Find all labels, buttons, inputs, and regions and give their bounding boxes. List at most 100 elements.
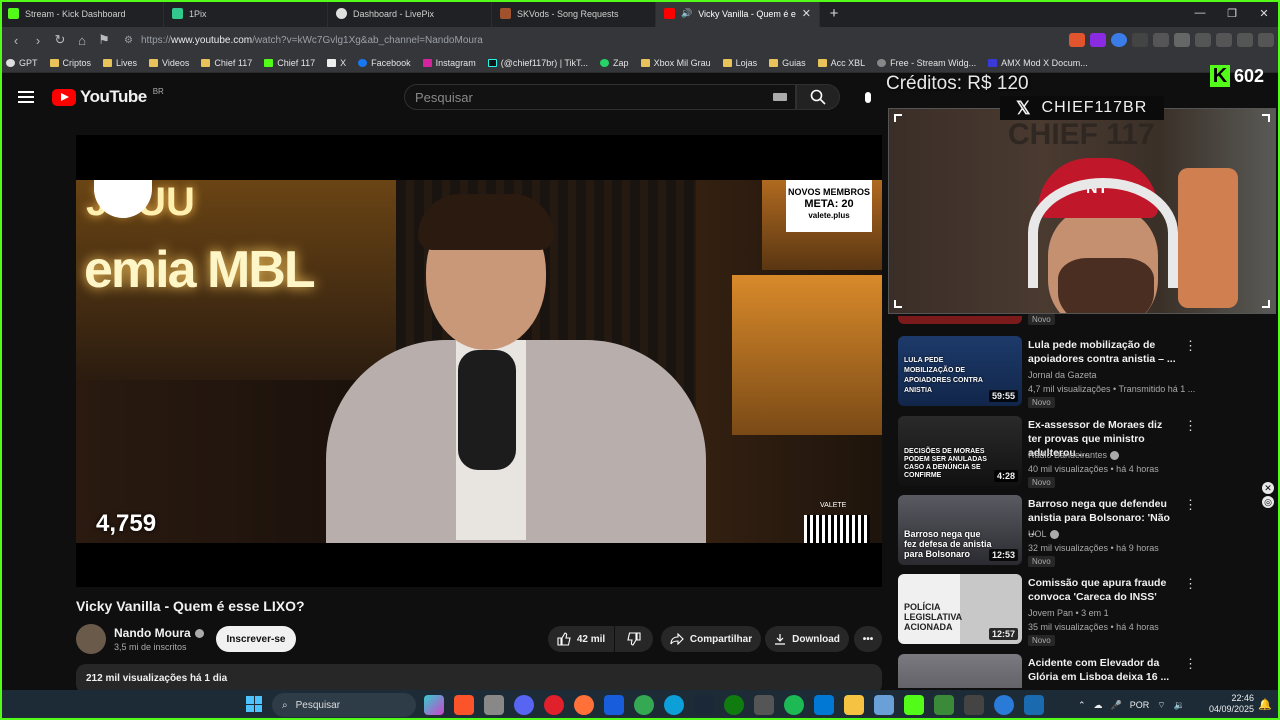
reload-icon[interactable]: ↻ <box>50 32 70 48</box>
more-vertical-icon[interactable]: ⋮ <box>1184 576 1197 592</box>
list-item[interactable]: LULA PEDE MOBILIZAÇÃO DE APOIADORES CONT… <box>898 336 1200 414</box>
tab-livepix[interactable]: Dashboard - LivePix <box>328 0 492 27</box>
notepad-app-icon[interactable] <box>874 695 894 715</box>
tab-youtube-video[interactable]: 🔊Vicky Vanilla - Quem é esse LIXO?✕ <box>656 0 820 27</box>
steam-app-icon[interactable] <box>694 695 714 715</box>
outlook-app-icon[interactable] <box>814 695 834 715</box>
bookmark-gpt[interactable]: GPT <box>6 58 38 68</box>
tab-1pix[interactable]: 1Pix <box>164 0 328 27</box>
notification-icon[interactable]: 🔔 <box>1258 698 1272 711</box>
app-icon[interactable] <box>904 695 924 715</box>
more-vertical-icon[interactable]: ⋮ <box>1184 418 1197 434</box>
download-button[interactable]: Download <box>765 626 849 652</box>
home-icon[interactable]: ⌂ <box>72 33 92 48</box>
more-vertical-icon[interactable]: ⋮ <box>1184 338 1197 354</box>
edge-app-icon[interactable] <box>664 695 684 715</box>
bookmark-lojas[interactable]: Lojas <box>722 58 757 68</box>
wallet-icon[interactable] <box>1237 33 1253 47</box>
more-vertical-icon[interactable]: ⋮ <box>1184 497 1197 513</box>
copilot-icon[interactable]: ◎ <box>1262 496 1274 508</box>
extension-icon[interactable] <box>1153 33 1169 47</box>
bookmark-icon[interactable]: ⚑ <box>94 32 114 48</box>
bookmark-videos[interactable]: Videos <box>149 58 189 68</box>
video-thumbnail[interactable]: LULA PEDE MOBILIZAÇÃO DE APOIADORES CONT… <box>898 336 1022 406</box>
close-panel-icon[interactable]: ✕ <box>1262 482 1274 494</box>
bookmark-amx-mod[interactable]: AMX Mod X Docum... <box>988 58 1088 68</box>
video-thumbnail[interactable] <box>898 654 1022 688</box>
video-player[interactable]: JUUU emia MBL NOVOS MEMBROSMETA: 20valet… <box>76 135 882 587</box>
app-icon[interactable] <box>1024 695 1044 715</box>
bookmark-lives[interactable]: Lives <box>103 58 137 68</box>
app-icon[interactable] <box>994 695 1014 715</box>
sidebar-icon[interactable] <box>1216 33 1232 47</box>
spotify-app-icon[interactable] <box>784 695 804 715</box>
list-item[interactable]: Novo <box>898 314 1200 330</box>
tab-skvods[interactable]: SKVods - Song Requests <box>492 0 656 27</box>
start-button[interactable] <box>246 696 262 712</box>
mic-icon[interactable]: 🎤 <box>1111 700 1122 711</box>
video-thumbnail[interactable]: DECISÕES DE MORAES PODEM SER ANULADAS CA… <box>898 416 1022 486</box>
chrome-app-icon[interactable] <box>634 695 654 715</box>
channel-name[interactable]: Nando Moura <box>114 626 204 640</box>
app-icon[interactable] <box>934 695 954 715</box>
brave-app-icon[interactable] <box>454 695 474 715</box>
video-thumbnail[interactable]: POLÍCIA LEGISLATIVA ACIONADA 12:57 <box>898 574 1022 644</box>
site-info-icon[interactable]: ⚙ <box>124 35 133 46</box>
bookmark-tiktok[interactable]: (@chief117br) | TikT... <box>487 58 588 68</box>
network-icon[interactable]: ☁ <box>1094 700 1103 711</box>
search-input[interactable]: Pesquisar <box>404 84 796 110</box>
like-button[interactable]: 42 mil <box>548 626 614 652</box>
channel-avatar[interactable] <box>76 624 106 654</box>
xbox-app-icon[interactable] <box>724 695 744 715</box>
chevron-up-icon[interactable]: ⌃ <box>1078 700 1086 711</box>
close-tab-icon[interactable]: ✕ <box>802 7 811 20</box>
keyboard-icon[interactable] <box>773 93 787 101</box>
list-item[interactable]: Acidente com Elevador da Glória em Lisbo… <box>898 654 1200 688</box>
video-thumbnail[interactable]: Barroso nega que fez defesa de anistia p… <box>898 495 1022 565</box>
opera-app-icon[interactable] <box>544 695 564 715</box>
url-field[interactable]: ⚙ https://www.youtube.com/watch?v=kWc7Gv… <box>124 30 914 50</box>
language-indicator[interactable]: POR <box>1130 700 1150 710</box>
menu-icon[interactable] <box>1258 33 1274 47</box>
bitwarden-app-icon[interactable] <box>604 695 624 715</box>
brave-shield-icon[interactable] <box>1069 33 1085 47</box>
volume-icon[interactable]: 🔉 <box>1174 700 1185 711</box>
search-button[interactable] <box>796 84 840 110</box>
taskbar-search[interactable]: ⌕ Pesquisar <box>272 693 416 717</box>
close-window-icon[interactable]: ✕ <box>1248 7 1280 20</box>
calculator-app-icon[interactable] <box>754 695 774 715</box>
firefox-app-icon[interactable] <box>574 695 594 715</box>
bookmark-stream-widgets[interactable]: Free - Stream Widg... <box>877 58 976 68</box>
tab-kick-dashboard[interactable]: Stream - Kick Dashboard <box>0 0 164 27</box>
forward-icon[interactable]: › <box>28 33 48 48</box>
bookmark-x[interactable]: X <box>327 58 346 68</box>
list-item[interactable]: DECISÕES DE MORAES PODEM SER ANULADAS CA… <box>898 416 1200 494</box>
bookmark-chief117[interactable]: Chief 117 <box>264 58 315 68</box>
bookmark-facebook[interactable]: Facebook <box>358 58 411 68</box>
maximize-icon[interactable]: ❐ <box>1216 7 1248 20</box>
hamburger-menu-icon[interactable] <box>18 91 34 103</box>
vpn-icon[interactable] <box>1111 33 1127 47</box>
list-item[interactable]: Barroso nega que fez defesa de anistia p… <box>898 495 1200 573</box>
brave-rewards-icon[interactable] <box>1090 33 1106 47</box>
voice-search-icon[interactable] <box>856 85 880 109</box>
extension-icon[interactable] <box>1174 33 1190 47</box>
app-icon[interactable] <box>964 695 984 715</box>
share-button[interactable]: Compartilhar <box>661 626 761 652</box>
subscribe-button[interactable]: Inscrever-se <box>216 626 296 652</box>
extension-icon[interactable] <box>1132 33 1148 47</box>
more-actions-button[interactable]: ••• <box>854 626 882 652</box>
app-icon[interactable] <box>484 695 504 715</box>
discord-app-icon[interactable] <box>514 695 534 715</box>
bookmark-acc-xbl[interactable]: Acc XBL <box>817 58 865 68</box>
dislike-button[interactable] <box>615 626 653 652</box>
file-explorer-icon[interactable] <box>844 695 864 715</box>
bookmark-chief117-folder[interactable]: Chief 117 <box>201 58 252 68</box>
new-tab-button[interactable]: + <box>820 5 848 22</box>
clock[interactable]: 22:46 04/09/2025 <box>1208 693 1254 715</box>
bookmark-zap[interactable]: Zap <box>600 58 629 68</box>
youtube-logo[interactable]: YouTube BR <box>52 87 164 107</box>
video-thumbnail[interactable] <box>898 316 1022 324</box>
bookmark-instagram[interactable]: Instagram <box>422 58 476 68</box>
copilot-app-icon[interactable] <box>424 695 444 715</box>
